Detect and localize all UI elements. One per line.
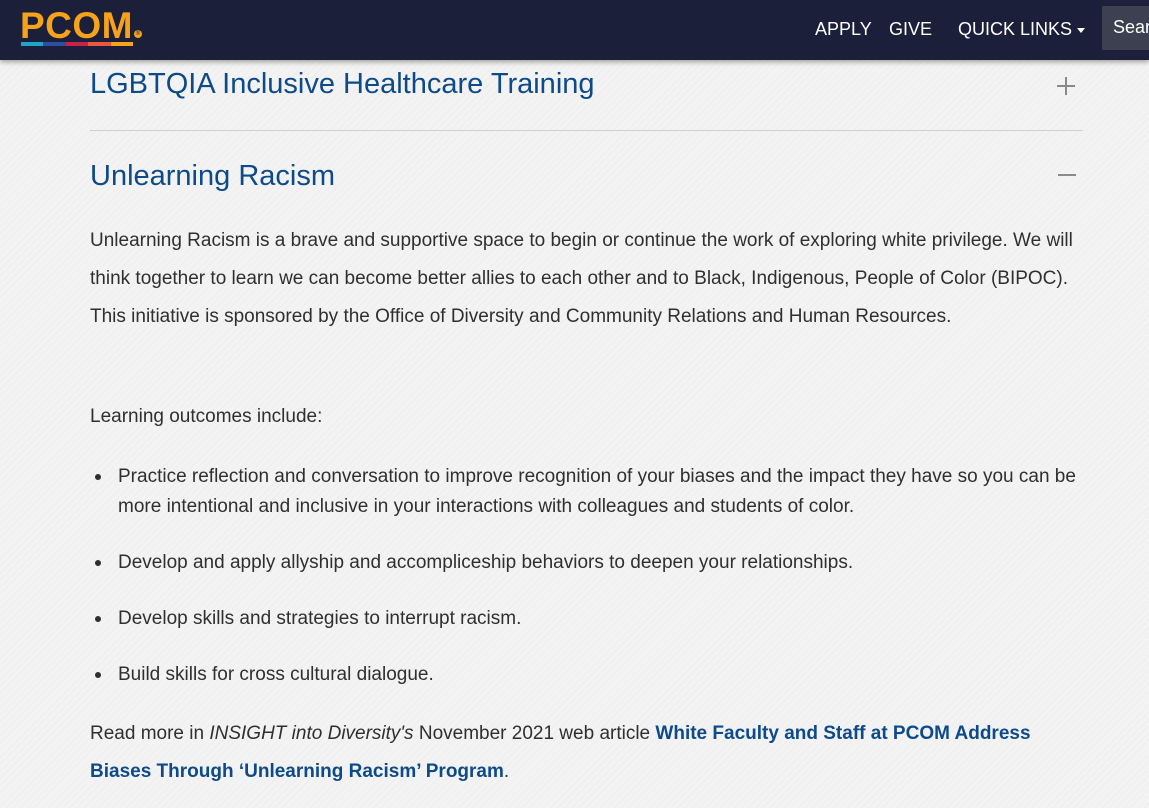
logo-stripe	[21, 42, 44, 46]
accordion-title-unlearning-racism[interactable]: Unlearning Racism	[90, 159, 335, 193]
list-item-text: Build skills for cross cultural dialogue…	[118, 664, 434, 685]
read-more-paragraph: Read more in INSIGHT into Diversity's No…	[90, 715, 1080, 791]
list-item-text: Develop skills and strategies to interru…	[118, 608, 522, 629]
list-item-text: Develop and apply allyship and accomplic…	[118, 552, 854, 573]
plus-icon[interactable]	[1057, 77, 1075, 95]
nav-quick-links-dropdown[interactable]: QUICK LINKS	[958, 18, 1086, 40]
read-more-suffix: .	[503, 761, 510, 782]
logo-stripe	[88, 42, 111, 46]
learning-outcomes-heading: Learning outcomes include:	[90, 406, 323, 427]
publication-name: INSIGHT into Diversity's	[209, 723, 414, 744]
caret-down-icon	[1077, 27, 1086, 33]
logo-stripe	[110, 42, 134, 46]
bullet-icon	[95, 474, 101, 480]
bullet-icon	[95, 560, 101, 566]
pcom-logo[interactable]: PCOM ®	[20, 6, 144, 50]
logo-text: PCOM	[20, 5, 133, 46]
read-more-middle: November 2021 web article	[413, 723, 656, 744]
quick-links-label: QUICK LINKS	[958, 19, 1073, 39]
bullet-icon	[95, 672, 101, 678]
logo-stripe	[65, 42, 89, 46]
plus-icon-bar	[1065, 77, 1067, 95]
accordion-divider	[90, 130, 1083, 131]
search-input[interactable]: Search	[1102, 6, 1149, 50]
registered-mark-icon: ®	[134, 30, 142, 38]
logo-stripe	[43, 42, 66, 46]
top-navbar: PCOM ® APPLY GIVE QUICK LINKS Search	[0, 0, 1149, 60]
nav-apply-link[interactable]: APPLY	[815, 18, 872, 40]
accordion-title-lgbtqia[interactable]: LGBTQIA Inclusive Healthcare Training	[90, 67, 595, 101]
nav-give-link[interactable]: GIVE	[889, 18, 932, 40]
accordion-intro-paragraph: Unlearning Racism is a brave and support…	[90, 230, 1073, 327]
read-more-prefix: Read more in	[90, 723, 210, 744]
minus-icon-bar	[1058, 174, 1076, 176]
logo-color-stripes	[21, 42, 134, 46]
minus-icon[interactable]	[1058, 166, 1076, 184]
list-item-text: Practice reflection and conversation to …	[118, 466, 1076, 517]
bullet-icon	[95, 616, 101, 622]
